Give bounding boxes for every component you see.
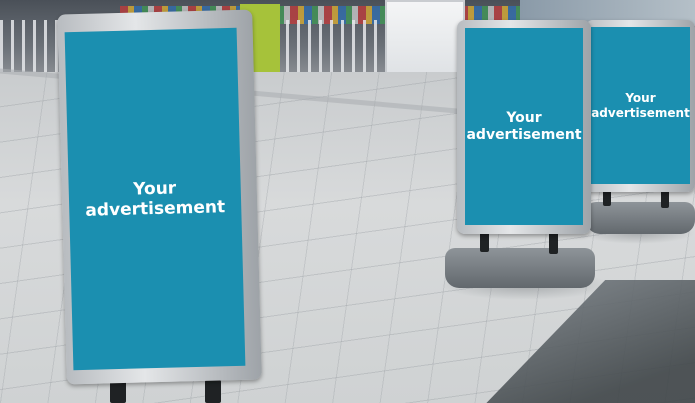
ad-line-1: Your	[625, 91, 656, 106]
ad-panel-middle: Your advertisement	[465, 28, 583, 225]
sign-base	[445, 248, 595, 288]
sign-post	[549, 232, 558, 254]
ad-panel-back: Your advertisement	[591, 27, 690, 184]
ad-text: Your advertisement	[591, 91, 690, 120]
ad-line-2: advertisement	[591, 105, 690, 120]
ad-line-1: Your	[506, 109, 542, 126]
ad-text: Your advertisement	[85, 177, 226, 221]
ad-line-2: advertisement	[85, 197, 226, 221]
background-glass-door	[385, 0, 465, 76]
sign-base	[586, 202, 695, 234]
ad-panel-front: Your advertisement	[64, 27, 246, 371]
ad-text: Your advertisement	[466, 110, 581, 144]
photo-scene: Your advertisement Your advertisement Yo…	[0, 0, 695, 403]
sign-post	[205, 380, 221, 403]
ad-line-2: advertisement	[466, 126, 582, 143]
